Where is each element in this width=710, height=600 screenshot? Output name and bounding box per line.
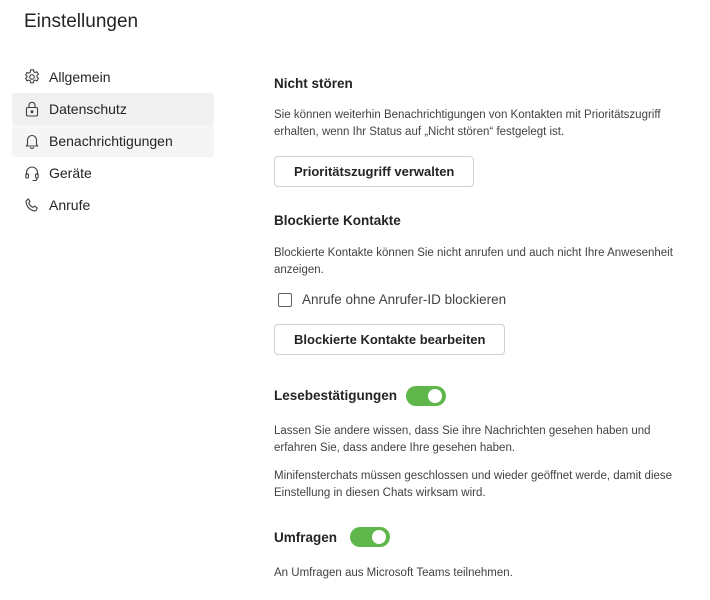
dnd-heading: Nicht stören xyxy=(274,76,353,91)
dnd-description: Sie können weiterhin Benachrichtigungen … xyxy=(274,109,661,138)
nav-item-label: Benachrichtigungen xyxy=(49,133,173,149)
manage-priority-access-button[interactable]: Prioritätszugriff verwalten xyxy=(274,156,475,187)
nav-item-label: Geräte xyxy=(49,165,92,181)
surveys-description: An Umfragen aus Microsoft Teams teilnehm… xyxy=(274,567,513,579)
read-receipts-description: Lassen Sie andere wissen, dass Sie ihre … xyxy=(274,425,651,454)
toggle-knob xyxy=(428,389,442,403)
lock-icon xyxy=(23,100,41,118)
nav-item-label: Allgemein xyxy=(49,69,111,85)
block-no-caller-id-checkbox[interactable] xyxy=(278,292,292,307)
bell-icon xyxy=(23,132,41,150)
block-no-caller-id-label: Anrufe ohne Anrufer-ID blockieren xyxy=(302,292,507,307)
read-receipts-toggle[interactable] xyxy=(406,386,446,406)
surveys-heading: Umfragen xyxy=(274,530,338,545)
block-no-caller-id-option[interactable]: Anrufe ohne Anrufer-ID blockieren xyxy=(278,292,506,307)
surveys-toggle[interactable] xyxy=(350,527,390,547)
blocked-contacts-heading: Blockierte Kontakte xyxy=(274,213,401,228)
gear-icon xyxy=(23,68,41,86)
headset-icon xyxy=(23,164,41,182)
phone-icon xyxy=(23,196,41,214)
read-receipts-heading: Lesebestätigungen xyxy=(274,388,398,403)
nav-item-geraete[interactable]: Geräte xyxy=(12,157,214,189)
settings-nav: Allgemein Datenschutz Benachrichtigungen xyxy=(12,61,214,221)
read-receipts-note: Minifensterchats müssen geschlossen und … xyxy=(274,470,673,499)
nav-item-label: Datenschutz xyxy=(49,101,127,117)
nav-item-allgemein[interactable]: Allgemein xyxy=(12,61,214,93)
nav-item-anrufe[interactable]: Anrufe xyxy=(12,189,214,221)
page-title: Einstellungen xyxy=(24,11,139,32)
nav-item-datenschutz[interactable]: Datenschutz xyxy=(12,93,214,125)
nav-item-benachrichtigungen[interactable]: Benachrichtigungen xyxy=(12,125,214,157)
nav-item-label: Anrufe xyxy=(49,197,91,213)
toggle-knob xyxy=(372,530,386,544)
blocked-contacts-description: Blockierte Kontakte können Sie nicht anr… xyxy=(274,247,673,276)
edit-blocked-contacts-button[interactable]: Blockierte Kontakte bearbeiten xyxy=(274,324,506,355)
